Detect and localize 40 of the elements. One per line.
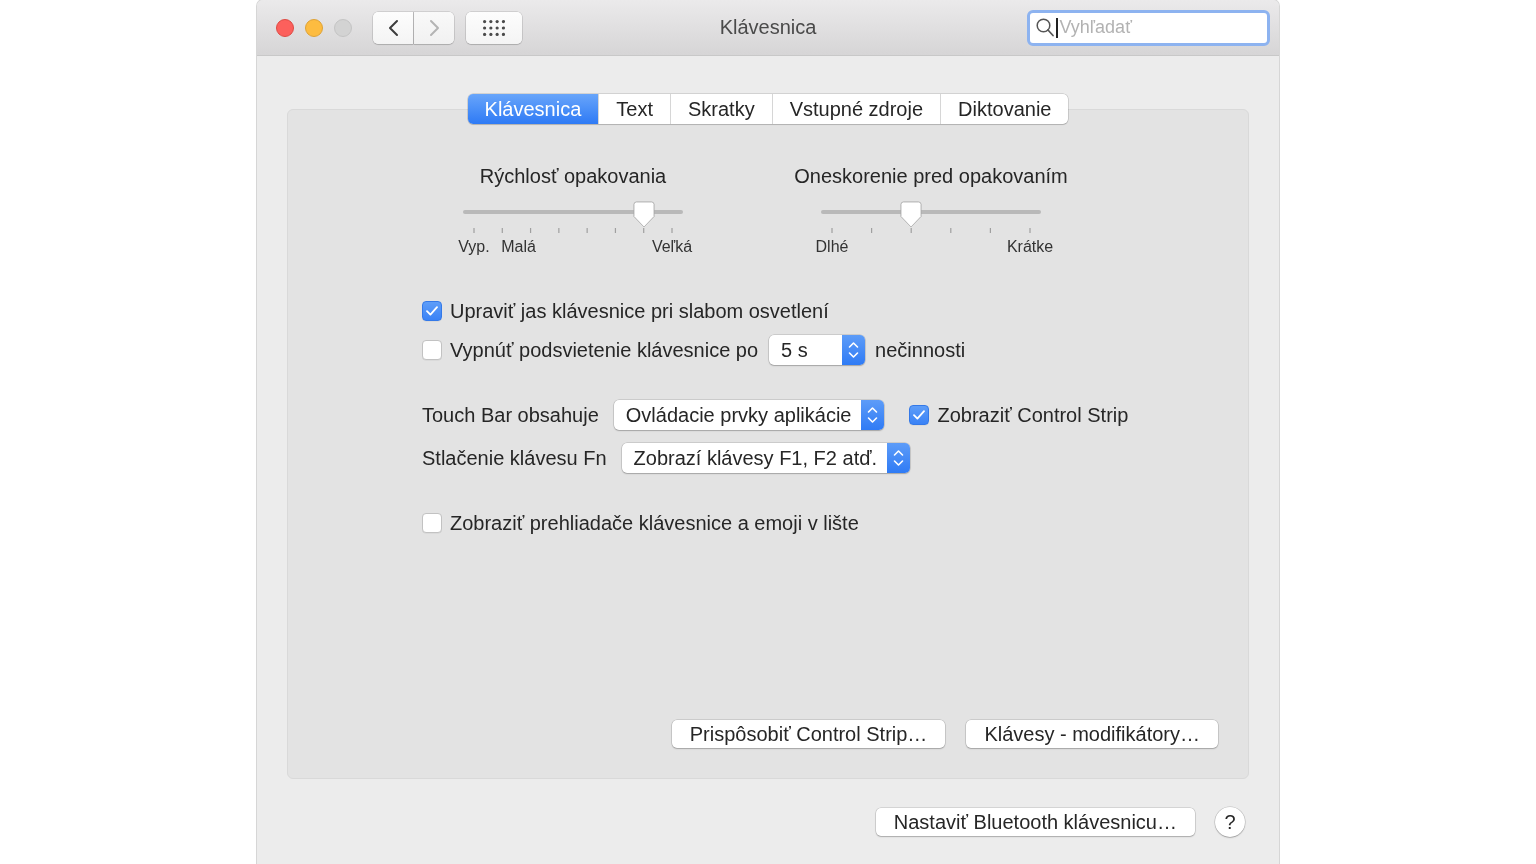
field-label: Stlačenie klávesu Fn — [422, 446, 607, 470]
stepper-arrows-icon — [842, 335, 866, 365]
slider-thumb[interactable] — [900, 201, 923, 228]
action-button[interactable]: Prispôsobiť Control Strip… — [671, 720, 946, 748]
slider-label: Rýchlosť opakovania — [479, 164, 667, 188]
option-label: Upraviť jas klávesnice pri slabom osvetlení — [450, 299, 829, 323]
popup-menu[interactable]: Zobrazí klávesy F1, F2 atď. — [621, 443, 911, 473]
search-icon — [1036, 18, 1054, 37]
popup-menu[interactable]: Ovládacie prvky aplikácie — [613, 400, 885, 430]
option-label: Vypnúť podsvietenie klávesnice po — [450, 338, 759, 362]
scale-label: Malá — [501, 238, 536, 256]
bluetooth-setup-button[interactable]: Nastaviť Bluetooth klávesnicu… — [875, 808, 1195, 836]
checkbox[interactable] — [909, 405, 930, 425]
stepper-arrows-icon — [887, 443, 911, 473]
scale-label: Dlhé — [815, 238, 849, 256]
checkmark-icon — [426, 306, 438, 316]
option-label: Zobraziť Control Strip — [937, 403, 1129, 427]
scale-label: Veľká — [651, 238, 693, 256]
option-label: nečinnosti — [875, 338, 966, 362]
field-label: Touch Bar obsahuje — [422, 403, 599, 427]
action-button[interactable]: Klávesy - modifikátory… — [966, 720, 1218, 748]
popup-menu[interactable]: 5 s — [769, 335, 866, 365]
window-close-icon[interactable] — [276, 18, 294, 37]
checkbox[interactable] — [422, 301, 442, 321]
checkbox[interactable] — [422, 513, 442, 533]
text-caret-icon — [1056, 17, 1058, 38]
show-all-button[interactable] — [466, 11, 522, 44]
grid-icon — [483, 19, 505, 36]
option-label: Zobraziť prehliadače klávesnice a emoji v lište — [450, 511, 859, 535]
slider-thumb[interactable] — [632, 201, 655, 228]
checkbox[interactable] — [422, 340, 442, 360]
back-button[interactable] — [373, 11, 413, 44]
window-title: Klávesnica — [719, 16, 817, 39]
window-minimize-icon[interactable] — [305, 18, 323, 37]
stepper-arrows-icon — [861, 400, 885, 430]
slider-label: Oneskorenie pred opakovaním — [794, 164, 1068, 188]
scale-label: Vyp. — [458, 238, 490, 256]
scale-label: Krátke — [1006, 238, 1054, 256]
help-button[interactable]: ? — [1215, 807, 1245, 837]
checkmark-icon — [913, 410, 926, 420]
